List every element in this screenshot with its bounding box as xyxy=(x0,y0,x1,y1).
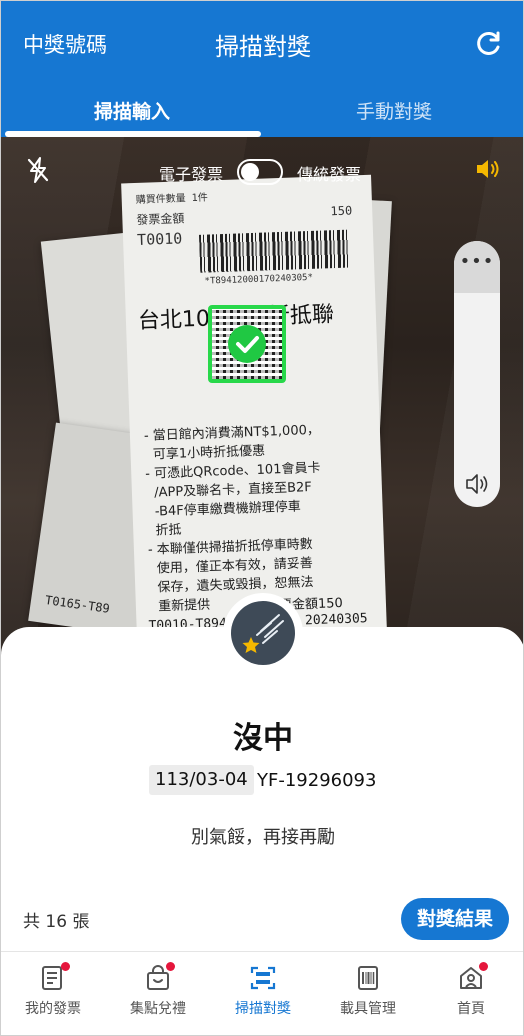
nav-item-my-invoices[interactable]: 我的發票 xyxy=(1,952,105,1035)
invoice-period: 113/03-04 xyxy=(149,765,254,795)
result-status: 沒中 xyxy=(233,721,293,756)
notification-dot xyxy=(166,962,175,971)
toggle-label-traditional: 傳統發票 xyxy=(297,165,362,184)
qr-code-detected xyxy=(208,305,286,383)
receipt-code: T0010 xyxy=(136,229,183,249)
refresh-icon[interactable] xyxy=(475,29,503,57)
flash-off-icon[interactable] xyxy=(27,157,49,183)
more-icon[interactable]: ••• xyxy=(454,251,500,272)
page-title: 掃描對獎 xyxy=(215,33,311,61)
tab-scan-input[interactable]: 掃描輸入 xyxy=(1,97,263,124)
receipt-quantity: 購買件數量 1件 xyxy=(135,192,208,206)
app-header: 中獎號碼 掃描對獎 掃描輸入 手動對獎 xyxy=(1,1,523,137)
nav-item-home[interactable]: 首頁 xyxy=(419,952,523,1035)
tab-manual-check[interactable]: 手動對獎 xyxy=(263,97,523,124)
receipt-barcode-text: *T89412000170240305* xyxy=(204,272,314,287)
nav-label: 掃描對獎 xyxy=(235,1001,291,1017)
shooting-star-icon xyxy=(242,614,284,653)
nav-label: 首頁 xyxy=(457,1001,485,1017)
scan-icon xyxy=(250,966,276,990)
volume-speaker-icon xyxy=(466,474,488,494)
toggle-label-electronic: 電子發票 xyxy=(159,165,224,184)
receipt-amount-label: 發票金額 xyxy=(136,211,185,227)
app-screen: 中獎號碼 掃描對獎 掃描輸入 手動對獎 T0165-T89 購買件數量 1件 發… xyxy=(0,0,524,1036)
invoice-number: YF-19296093 xyxy=(257,770,377,791)
nav-label: 我的發票 xyxy=(25,1001,81,1017)
notification-dot xyxy=(479,962,488,971)
result-message: 別氣餒，再接再勵 xyxy=(191,827,335,848)
bottom-nav: 我的發票 集點兌禮 掃描對獎 載具管理 首頁 xyxy=(1,951,523,1035)
nav-label: 載具管理 xyxy=(340,1001,396,1017)
barcode-card-icon xyxy=(358,966,378,990)
result-badge xyxy=(223,593,303,673)
receipt-barcode xyxy=(198,229,351,273)
receipt-fragment-text: T0165-T89 xyxy=(44,592,111,616)
scanned-receipt: 購買件數量 1件 發票金額 150 T0010 *T89412000170240… xyxy=(121,174,387,639)
check-results-button[interactable]: 對獎結果 xyxy=(401,898,509,940)
notification-dot xyxy=(61,962,70,971)
nav-item-points-rewards[interactable]: 集點兌禮 xyxy=(106,952,210,1035)
camera-preview: T0165-T89 購買件數量 1件 發票金額 150 T0010 *T8941… xyxy=(1,137,523,657)
toggle-knob xyxy=(241,163,259,181)
nav-item-scan-check[interactable]: 掃描對獎 xyxy=(211,952,315,1035)
speaker-icon[interactable] xyxy=(475,157,501,181)
receipt-body: - 當日館內消費滿NT$1,000， 可享1小時折抵優惠 - 可憑此QRcode… xyxy=(143,422,321,615)
nav-label: 集點兌禮 xyxy=(130,1001,186,1017)
receipt-amount: 150 xyxy=(330,203,353,219)
nav-item-carrier-management[interactable]: 載具管理 xyxy=(316,952,420,1035)
invoice-count: 共 16 張 xyxy=(23,912,90,932)
check-icon xyxy=(228,325,266,363)
volume-slider[interactable]: ••• xyxy=(454,241,500,507)
invoice-type-toggle[interactable] xyxy=(237,159,283,185)
volume-slider-header: ••• xyxy=(454,241,500,293)
